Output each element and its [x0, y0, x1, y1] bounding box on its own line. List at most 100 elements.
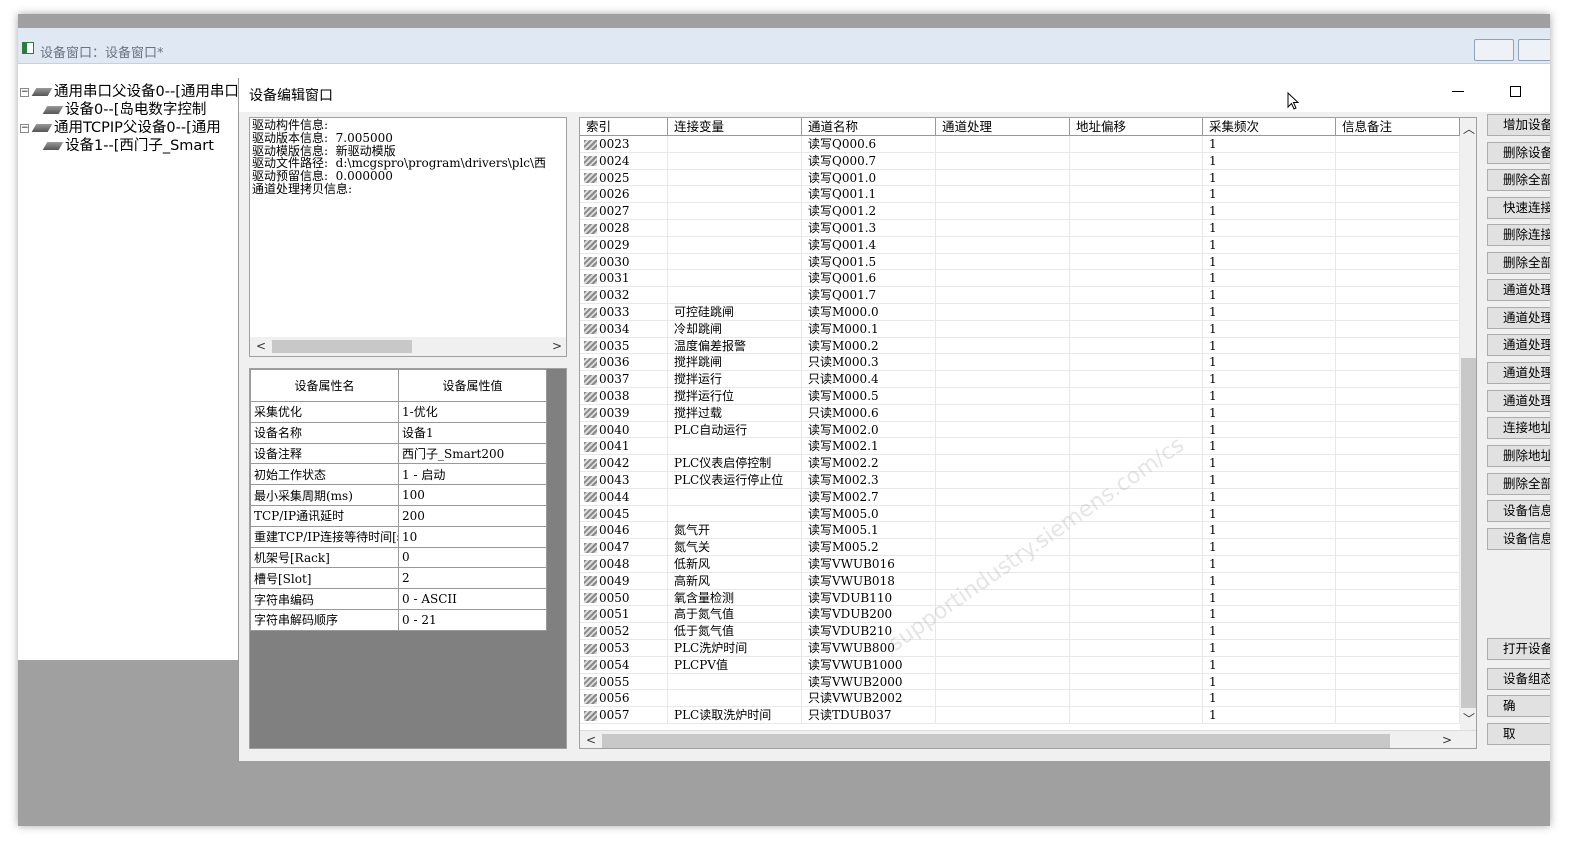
action-button[interactable]: 删除连接 — [1487, 224, 1550, 246]
props-cell[interactable]: 重建TCP/IP连接等待时间[s — [250, 525, 399, 548]
table-row[interactable]: 0026 读写Q001.1 1 — [580, 186, 1460, 204]
table-cell[interactable] — [1336, 220, 1460, 237]
table-cell[interactable] — [1336, 556, 1460, 573]
props-cell[interactable]: 字符串解码顺序 — [250, 608, 399, 631]
table-cell[interactable]: 低新风 — [668, 556, 802, 573]
table-cell[interactable]: 0050 — [580, 589, 668, 607]
action-button[interactable]: 删除全部 — [1487, 252, 1550, 274]
table-cell[interactable]: 搅拌运行 — [668, 371, 802, 388]
table-cell[interactable]: 0044 — [580, 488, 668, 506]
table-cell[interactable] — [1070, 203, 1203, 220]
table-row[interactable]: 0048 低新风 读写VWUB016 1 — [580, 556, 1460, 573]
table-cell[interactable] — [1336, 136, 1460, 153]
table-cell[interactable]: 1 — [1203, 169, 1336, 187]
table-cell[interactable] — [668, 220, 802, 237]
action-button[interactable]: 连接地址 — [1487, 417, 1550, 439]
table-cell[interactable]: 1 — [1203, 438, 1336, 456]
props-cell[interactable]: 机架号[Rack] — [250, 546, 399, 569]
table-cell[interactable]: 1 — [1203, 186, 1336, 204]
table-cell[interactable] — [668, 505, 802, 523]
table-cell[interactable] — [668, 169, 802, 187]
table-cell[interactable]: 0049 — [580, 572, 668, 590]
table-cell[interactable]: 1 — [1203, 152, 1336, 170]
grid-column-header[interactable]: 地址偏移 — [1070, 118, 1203, 136]
table-cell[interactable] — [936, 152, 1070, 170]
table-cell[interactable]: 读写Q000.6 — [802, 136, 936, 153]
action-button[interactable]: 通道处理 — [1487, 307, 1550, 329]
table-cell[interactable] — [668, 287, 802, 304]
table-cell[interactable] — [1070, 186, 1203, 204]
props-cell[interactable]: 初始工作状态 — [250, 463, 399, 486]
table-cell[interactable]: 0055 — [580, 673, 668, 691]
grid-column-header[interactable]: 通道处理 — [936, 118, 1070, 136]
table-cell[interactable]: 0045 — [580, 505, 668, 523]
table-cell[interactable]: 1 — [1203, 589, 1336, 607]
table-cell[interactable]: 氧含量检测 — [668, 589, 802, 607]
table-row[interactable]: 0046 氮气开 读写M005.1 1 — [580, 522, 1460, 540]
table-cell[interactable]: 读写M000.0 — [802, 304, 936, 321]
table-cell[interactable]: 温度偏差报警 — [668, 337, 802, 355]
table-cell[interactable]: 1 — [1203, 421, 1336, 439]
table-cell[interactable]: 0026 — [580, 186, 668, 204]
action-button[interactable]: 通道处理 — [1487, 334, 1550, 356]
table-cell[interactable] — [936, 707, 1070, 724]
table-cell[interactable]: 0027 — [580, 203, 668, 220]
table-cell[interactable] — [936, 572, 1070, 590]
props-row[interactable]: 字符串编码 0 - ASCII — [250, 588, 547, 610]
table-cell[interactable]: 1 — [1203, 505, 1336, 523]
table-cell[interactable] — [936, 623, 1070, 640]
table-cell[interactable]: 0029 — [580, 236, 668, 254]
table-row[interactable]: 0049 高新风 读写VWUB018 1 — [580, 572, 1460, 590]
table-row[interactable]: 0039 搅拌过载 只读M000.6 1 — [580, 404, 1460, 422]
table-cell[interactable] — [1070, 320, 1203, 338]
table-cell[interactable] — [1070, 472, 1203, 489]
table-cell[interactable]: 读写M002.2 — [802, 455, 936, 472]
table-row[interactable]: 0056 只读VWUB2002 1 — [580, 690, 1460, 708]
table-cell[interactable] — [668, 186, 802, 204]
table-cell[interactable] — [1070, 404, 1203, 422]
table-cell[interactable]: PLC自动运行 — [668, 421, 802, 439]
props-cell[interactable]: 西门子_Smart200 — [398, 442, 547, 465]
table-cell[interactable]: 1 — [1203, 337, 1336, 355]
table-cell[interactable] — [1336, 320, 1460, 338]
table-row[interactable]: 0025 读写Q001.0 1 — [580, 169, 1460, 187]
table-cell[interactable]: 0057 — [580, 707, 668, 724]
table-cell[interactable] — [1070, 136, 1203, 153]
table-cell[interactable]: 0039 — [580, 404, 668, 422]
table-cell[interactable] — [1336, 589, 1460, 607]
action-button[interactable]: 通道处理 — [1487, 362, 1550, 384]
table-cell[interactable] — [1070, 707, 1203, 724]
table-row[interactable]: 0023 读写Q000.6 1 — [580, 136, 1460, 153]
table-row[interactable]: 0044 读写M002.7 1 — [580, 488, 1460, 506]
table-cell[interactable]: 0043 — [580, 472, 668, 489]
table-cell[interactable] — [1336, 690, 1460, 708]
table-cell[interactable] — [1070, 556, 1203, 573]
props-cell[interactable]: 最小采集周期(ms) — [250, 484, 399, 506]
props-row[interactable]: 初始工作状态 1 - 启动 — [250, 463, 547, 486]
table-cell[interactable] — [936, 606, 1070, 624]
table-cell[interactable]: 冷却跳闸 — [668, 320, 802, 338]
action-button[interactable]: 通道处理 — [1487, 390, 1550, 412]
table-cell[interactable]: 读写Q001.3 — [802, 220, 936, 237]
table-cell[interactable] — [936, 421, 1070, 439]
table-cell[interactable] — [1070, 673, 1203, 691]
table-cell[interactable]: 只读M000.6 — [802, 404, 936, 422]
table-cell[interactable] — [1336, 421, 1460, 439]
props-cell[interactable]: 2 — [398, 567, 547, 590]
table-cell[interactable]: 1 — [1203, 673, 1336, 691]
table-cell[interactable] — [936, 656, 1070, 674]
action-button[interactable]: 设备信息 — [1487, 528, 1550, 550]
table-cell[interactable]: 0036 — [580, 354, 668, 372]
table-cell[interactable] — [1336, 640, 1460, 657]
table-cell[interactable] — [1336, 673, 1460, 691]
table-cell[interactable]: 0024 — [580, 152, 668, 170]
table-cell[interactable] — [1336, 304, 1460, 321]
action-button[interactable]: 快速连接 — [1487, 197, 1550, 219]
table-cell[interactable] — [1070, 623, 1203, 640]
table-cell[interactable]: 读写Q001.0 — [802, 169, 936, 187]
table-row[interactable]: 0042 PLC仪表启停控制 读写M002.2 1 — [580, 455, 1460, 472]
action-button[interactable]: 确 — [1487, 695, 1550, 717]
table-cell[interactable] — [1336, 656, 1460, 674]
props-cell[interactable]: 1 - 启动 — [398, 463, 547, 486]
table-cell[interactable]: 搅拌运行位 — [668, 388, 802, 405]
